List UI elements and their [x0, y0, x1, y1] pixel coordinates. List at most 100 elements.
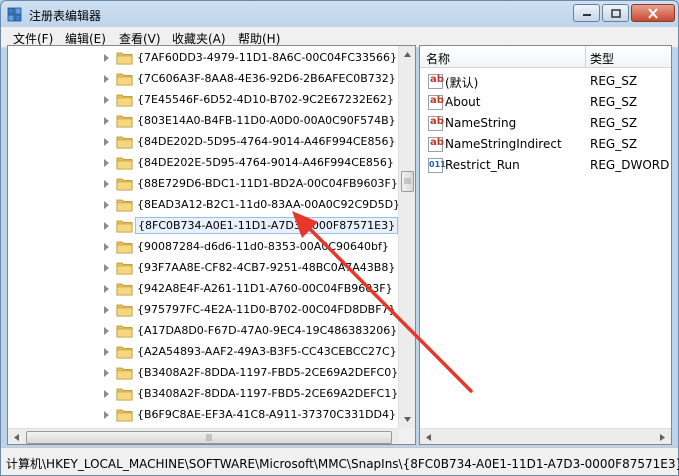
folder-icon [116, 94, 133, 107]
value-type-glyph: ab [430, 137, 444, 148]
scroll-left-button[interactable] [8, 429, 25, 444]
tree-item[interactable]: {84DE202E-5D95-4764-9014-A46F994CE856} [8, 153, 398, 174]
vertical-scroll-thumb[interactable] [401, 171, 414, 192]
tree-vertical-scrollbar[interactable] [398, 46, 415, 428]
scrollbar-corner [398, 428, 415, 444]
scroll-left-button[interactable] [420, 429, 437, 444]
tree-item-label: {7C606A3F-8AA8-4E36-92D6-2B6AFEC0B732} [137, 72, 396, 85]
tree-item[interactable]: {A2A54893-AAF2-49A3-B3F5-CC43CEBCC27C} [8, 342, 398, 363]
tree-item[interactable]: {8FC0B734-A0E1-11D1-A7D3-0000F87571E3} [8, 216, 399, 237]
tree-item-label: {942A8E4F-A261-11D1-A760-00C04FB9603F} [137, 282, 393, 295]
expand-arrow-icon[interactable] [104, 96, 109, 104]
value-type: REG_SZ [590, 116, 638, 130]
expand-arrow-icon[interactable] [104, 159, 109, 167]
tree-item-label: {A17DA8D0-F67D-47A0-9EC4-19C486383206} [137, 324, 398, 337]
folder-icon [116, 220, 133, 233]
tree-item-label: {B3408A2F-8DDA-1197-FBD5-2CE69A2DEFC0} [137, 366, 399, 379]
tree-item-label: {8EAD3A12-B2C1-11d0-83AA-00A0C92C9D5D} [137, 198, 401, 211]
status-bar: 计算机\HKEY_LOCAL_MACHINE\SOFTWARE\Microsof… [1, 447, 679, 475]
close-button[interactable] [631, 4, 675, 22]
maximize-button[interactable] [602, 4, 629, 22]
scroll-up-icon [404, 52, 411, 57]
tree-item[interactable]: {942A8E4F-A261-11D1-A760-00C04FB9603F} [8, 279, 398, 300]
tree-item-label: {93F7AA8E-CF82-4CB7-9251-48BC0A7A43B8} [137, 261, 396, 274]
tree-item[interactable]: {803E14A0-B4FB-11D0-A0D0-00A0C90F574B} [8, 111, 398, 132]
value-type-glyph: ab [430, 116, 444, 127]
tree-item[interactable]: {93F7AA8E-CF82-4CB7-9251-48BC0A7A43B8} [8, 258, 398, 279]
scroll-right-button[interactable] [654, 429, 671, 444]
tree-item[interactable]: {B3408A2F-8DDA-1197-FBD5-2CE69A2DEFC0} [8, 363, 398, 384]
tree-item[interactable]: {7C606A3F-8AA8-4E36-92D6-2B6AFEC0B732} [8, 69, 398, 90]
column-type-header[interactable]: 类型 [590, 50, 614, 67]
folder-icon [116, 325, 133, 338]
expand-arrow-icon[interactable] [104, 180, 109, 188]
value-type: REG_SZ [590, 95, 638, 109]
string-value-icon: ab [428, 137, 444, 152]
scroll-up-button[interactable] [399, 46, 415, 63]
horizontal-scroll-thumb[interactable] [26, 431, 392, 444]
tree-item[interactable]: {7AF60DD3-4979-11D1-8A6C-00C04FC33566} [8, 48, 398, 69]
registry-editor-icon [7, 7, 22, 22]
tree-item-label: {84DE202E-5D95-4764-9014-A46F994CE856} [137, 156, 394, 169]
expand-arrow-icon[interactable] [104, 306, 109, 314]
folder-icon [116, 346, 133, 359]
value-name: NameString [445, 116, 517, 130]
value-type-glyph: 011 [429, 160, 446, 169]
expand-arrow-icon[interactable] [104, 369, 109, 377]
value-row[interactable]: ab NameStringIndirect REG_SZ [420, 134, 671, 155]
folder-icon [116, 178, 133, 191]
tree-item[interactable]: {8EAD3A12-B2C1-11d0-83AA-00A0C92C9D5D} [8, 195, 400, 216]
string-value-icon: ab [428, 74, 444, 89]
scroll-grip-icon [206, 434, 211, 441]
window-title: 注册表编辑器 [29, 9, 102, 23]
folder-icon [116, 52, 133, 65]
expand-arrow-icon[interactable] [104, 75, 109, 83]
tree-item[interactable]: {975797FC-4E2A-11D0-B702-00C04FD8DBF7} [8, 300, 398, 321]
expand-arrow-icon[interactable] [104, 390, 109, 398]
value-row[interactable]: ab About REG_SZ [420, 92, 671, 113]
value-row[interactable]: 011 Restrict_Run REG_DWORD [420, 155, 671, 176]
folder-icon [116, 157, 133, 170]
value-type-glyph: ab [430, 74, 444, 85]
value-name: About [445, 95, 481, 109]
maximize-icon [610, 8, 621, 18]
expand-arrow-icon[interactable] [104, 327, 109, 335]
values-horizontal-scrollbar[interactable] [420, 428, 671, 444]
expand-arrow-icon[interactable] [104, 285, 109, 293]
tree-horizontal-scrollbar[interactable] [8, 428, 415, 444]
tree-item-label: {88E729D6-BDC1-11D1-BD2A-00C04FB9603F} [137, 177, 398, 190]
title-bar[interactable]: 注册表编辑器 [1, 1, 678, 27]
minimize-icon [582, 14, 591, 16]
expand-arrow-icon[interactable] [104, 222, 109, 230]
key-tree-pane[interactable]: {7AF60DD3-4979-11D1-8A6C-00C04FC33566} {7… [7, 45, 416, 445]
scroll-left-icon [14, 434, 19, 441]
value-type: REG_SZ [590, 74, 638, 88]
tree-item[interactable]: {84DE202D-5D95-4764-9014-A46F994CE856} [8, 132, 398, 153]
folder-icon [116, 409, 133, 422]
expand-arrow-icon[interactable] [104, 117, 109, 125]
values-pane[interactable]: 名称 类型 ab (默认) REG_SZ ab About REG_SZ ab NameStr… [419, 45, 672, 445]
tree-item[interactable]: {90087284-d6d6-11d0-8353-00A0C90640bf} [8, 237, 398, 258]
scroll-right-icon [660, 434, 665, 441]
expand-arrow-icon[interactable] [104, 264, 109, 272]
tree-item[interactable]: {A17DA8D0-F67D-47A0-9EC4-19C486383206} [8, 321, 398, 342]
tree-item[interactable]: {B3408A2F-8DDA-1197-FBD5-2CE69A2DEFC1} [8, 384, 398, 405]
expand-arrow-icon[interactable] [104, 411, 109, 419]
expand-arrow-icon[interactable] [104, 201, 109, 209]
tree-item[interactable]: {7E45546F-6D52-4D10-B702-9C2E67232E62} [8, 90, 398, 111]
scroll-down-button[interactable] [399, 411, 415, 428]
expand-arrow-icon[interactable] [104, 54, 109, 62]
folder-icon [116, 136, 133, 149]
expand-arrow-icon[interactable] [104, 243, 109, 251]
expand-arrow-icon[interactable] [104, 138, 109, 146]
value-type: REG_DWORD [590, 158, 670, 172]
value-row[interactable]: ab (默认) REG_SZ [420, 71, 671, 92]
value-row[interactable]: ab NameString REG_SZ [420, 113, 671, 134]
column-divider[interactable] [585, 46, 586, 68]
folder-icon [116, 388, 133, 401]
expand-arrow-icon[interactable] [104, 348, 109, 356]
tree-item[interactable]: {B6F9C8AE-EF3A-41C8-A911-37370C331DD4} [8, 405, 398, 426]
minimize-button[interactable] [573, 4, 600, 22]
tree-item[interactable]: {88E729D6-BDC1-11D1-BD2A-00C04FB9603F} [8, 174, 398, 195]
column-name-header[interactable]: 名称 [426, 50, 450, 67]
